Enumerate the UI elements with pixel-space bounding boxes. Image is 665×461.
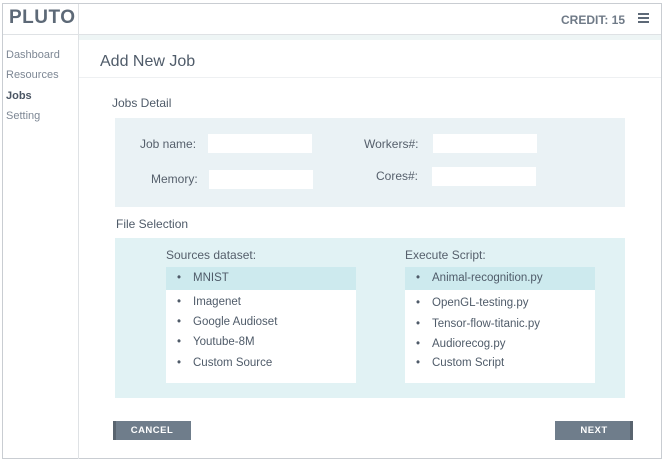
- memory-input[interactable]: [209, 170, 313, 189]
- list-item-label: Custom Script: [432, 357, 505, 369]
- title-divider: [79, 77, 661, 78]
- sidebar: Dashboard Resources Jobs Setting: [3, 35, 79, 459]
- job-name-label: Job name:: [140, 137, 197, 151]
- jobs-detail-heading: Jobs Detail: [112, 96, 172, 110]
- cancel-button[interactable]: CANCEL: [113, 421, 191, 440]
- hamburger-menu-icon[interactable]: [638, 13, 649, 24]
- cores-label: Cores#:: [376, 169, 419, 183]
- list-item-label: Custom Source: [193, 357, 273, 369]
- app-logo: PLUTO: [9, 7, 76, 28]
- job-name-input[interactable]: [208, 134, 312, 153]
- memory-label: Memory:: [151, 172, 198, 186]
- sidebar-item-resources[interactable]: Resources: [6, 69, 59, 81]
- header-strip: [79, 35, 661, 40]
- workers-label: Workers#:: [364, 137, 419, 151]
- top-bar: PLUTO CREDIT: 15: [3, 4, 661, 35]
- sidebar-item-setting[interactable]: Setting: [6, 110, 40, 122]
- list-item-mnist[interactable]: • MNIST: [166, 267, 356, 290]
- sources-dataset-title: Sources dataset:: [166, 248, 257, 262]
- cores-input[interactable]: [432, 167, 536, 186]
- app-window: PLUTO CREDIT: 15 Dashboard Resources Job…: [2, 3, 662, 459]
- list-item-label: Imagenet: [193, 296, 241, 308]
- list-item-label: Animal-recognition.py: [432, 272, 543, 284]
- list-item-label: Youtube-8M: [193, 336, 255, 348]
- list-item-label: Audiorecog.py: [432, 338, 506, 350]
- list-item-label: Google Audioset: [193, 316, 278, 328]
- file-selection-panel: Sources dataset: • MNIST • Imagenet • Googl…: [115, 238, 625, 398]
- jobs-detail-panel: Job name: Workers#: Memory: Cores#:: [115, 118, 625, 207]
- sidebar-item-jobs[interactable]: Jobs: [6, 90, 32, 102]
- list-item-custom-source[interactable]: • Custom Source: [166, 352, 356, 375]
- sidebar-item-dashboard[interactable]: Dashboard: [6, 49, 60, 61]
- list-item-custom-script[interactable]: • Custom Script: [405, 352, 595, 375]
- list-item-label: Tensor-flow-titanic.py: [432, 318, 541, 330]
- file-selection-heading: File Selection: [116, 217, 189, 231]
- list-item-label: OpenGL-testing.py: [432, 297, 529, 309]
- execute-script-list: • Animal-recognition.py • OpenGL-testing.p…: [405, 267, 595, 383]
- main-content: Add New Job Jobs Detail Job name: Worker…: [79, 35, 661, 459]
- credit-counter: CREDIT: 15: [560, 13, 625, 27]
- logo-divider: [78, 4, 79, 34]
- execute-script-title: Execute Script:: [405, 248, 486, 262]
- workers-input[interactable]: [433, 134, 537, 153]
- page-title: Add New Job: [100, 53, 196, 70]
- list-item-label: MNIST: [193, 272, 229, 284]
- list-item-opengl-testing[interactable]: • OpenGL-testing.py: [405, 292, 595, 315]
- list-item-animal-recognition[interactable]: • Animal-recognition.py: [405, 267, 595, 290]
- next-button[interactable]: NEXT: [555, 421, 633, 440]
- list-item-youtube-8m[interactable]: • Youtube-8M: [166, 331, 356, 354]
- sources-dataset-list: • MNIST • Imagenet • Google Audioset • Youtu…: [166, 267, 356, 383]
